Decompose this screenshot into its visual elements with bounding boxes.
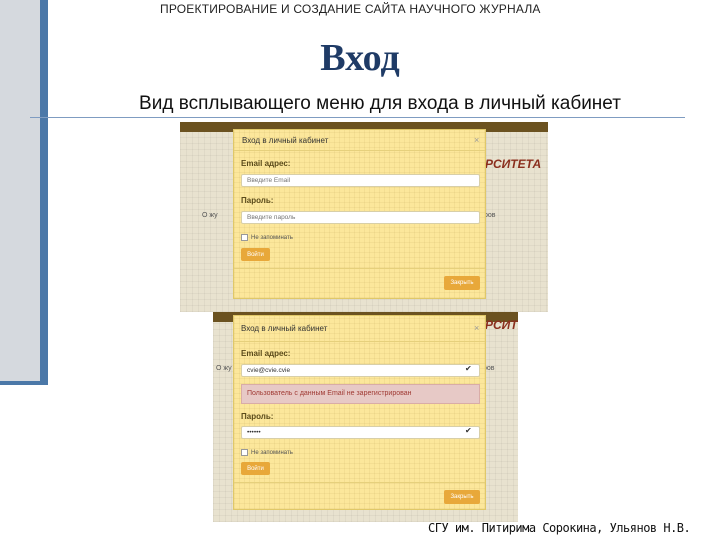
modal-title: Вход в личный кабинет [241, 324, 328, 333]
slide-footer: СГУ им. Питирима Сорокина, Ульянов Н.В. [428, 521, 691, 535]
screenshot-login-empty: РСИТЕТА О жу ров Вход в личный кабинет ×… [180, 122, 548, 312]
email-label: Email адрес: [241, 159, 291, 168]
site-nav-left: О жу [202, 212, 218, 219]
login-button[interactable]: Войти [241, 248, 270, 261]
modal-footer-divider [234, 482, 485, 483]
modal-header-divider [234, 150, 485, 151]
close-icon[interactable]: × [474, 135, 479, 145]
remember-label: Не запоминать [251, 235, 293, 242]
password-input[interactable] [241, 211, 480, 224]
valid-check-icon: ✔ [465, 426, 472, 435]
slide-header: ПРОЕКТИРОВАНИЕ И СОЗДАНИЕ САЙТА НАУЧНОГО… [160, 2, 541, 16]
email-input[interactable] [241, 364, 480, 377]
login-button[interactable]: Войти [241, 462, 270, 475]
modal-footer-divider [234, 268, 485, 269]
email-label: Email адрес: [241, 349, 291, 358]
remember-checkbox[interactable]: Не запоминать [241, 449, 293, 456]
modal-title: Вход в личный кабинет [242, 136, 329, 145]
close-button[interactable]: Закрыть [444, 490, 480, 504]
title-divider [30, 117, 685, 118]
checkbox-icon [241, 234, 248, 241]
site-nav-left: О жу [216, 365, 232, 372]
slide-subtitle: Вид всплывающего меню для входа в личный… [139, 93, 621, 114]
close-icon[interactable]: × [474, 323, 479, 333]
email-input[interactable] [241, 174, 480, 187]
password-label: Пароль: [241, 412, 274, 421]
left-rail-bottom-accent [0, 381, 48, 385]
valid-check-icon: ✔ [465, 364, 472, 373]
login-modal: Вход в личный кабинет × Email адрес: Пар… [233, 129, 486, 299]
remember-label: Не запоминать [251, 450, 293, 457]
login-modal: Вход в личный кабинет × Email адрес: ✔ П… [233, 315, 486, 510]
remember-checkbox[interactable]: Не запоминать [241, 234, 293, 241]
checkbox-icon [241, 449, 248, 456]
error-message: Пользователь с данным Email не зарегистр… [241, 384, 480, 404]
close-button[interactable]: Закрыть [444, 276, 480, 290]
screenshot-login-error: РСИТЕТА О жу ров Вход в личный кабинет ×… [213, 312, 518, 522]
modal-header-divider [234, 341, 485, 342]
site-logo-text: РСИТЕТА [485, 157, 542, 171]
slide-title: Вход [320, 37, 400, 79]
password-input[interactable] [241, 426, 480, 439]
password-label: Пароль: [241, 196, 274, 205]
site-logo-text: РСИТЕТА [485, 318, 518, 332]
